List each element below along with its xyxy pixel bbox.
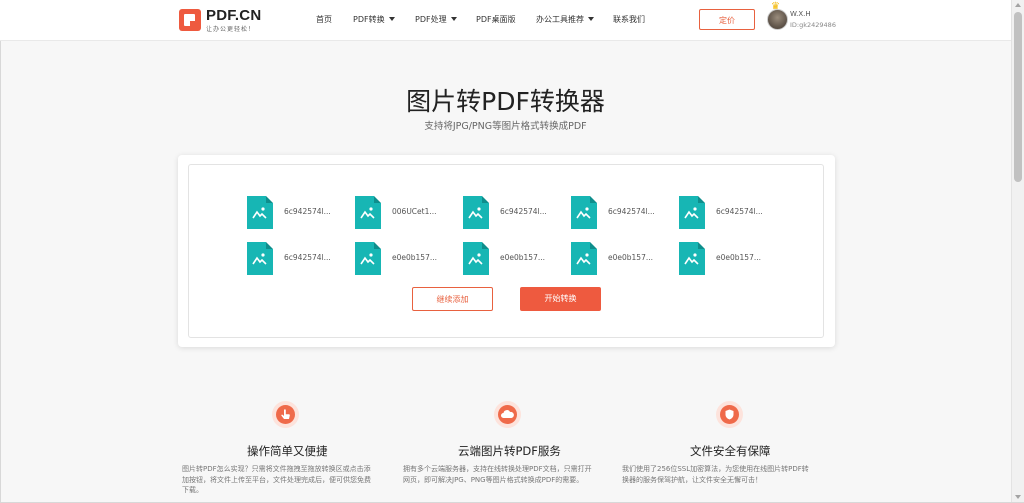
file-item[interactable]: 006UCet1... <box>355 196 455 230</box>
file-item[interactable]: e0e0b157... <box>571 242 671 276</box>
top-header: PDF.CN 让办公更轻松！ 首页 PDF转换 PDF处理 PDF桌面版 办公工… <box>0 0 1011 41</box>
file-name: e0e0b157... <box>716 253 761 262</box>
feature-description: 图片转PDF怎么实现？只需将文件拖拽至拖放转换区或点击添加按钮，将文件上传至平台… <box>182 465 371 494</box>
file-item[interactable]: 6c942574l... <box>247 242 347 276</box>
chevron-down-icon <box>588 17 594 21</box>
chevron-down-icon <box>388 17 395 21</box>
file-item[interactable]: 6c942574l... <box>679 196 779 230</box>
pricing-button[interactable]: 定价 <box>699 9 755 30</box>
file-name: e0e0b157... <box>392 253 437 262</box>
feature-title: 云端图片转PDF服务 <box>458 444 561 458</box>
nav-pdf-convert[interactable]: PDF转换 <box>353 14 395 25</box>
avatar[interactable] <box>767 9 788 30</box>
file-item[interactable]: e0e0b157... <box>355 242 455 276</box>
file-item[interactable]: 6c942574l... <box>463 196 563 230</box>
hand-pointer-icon <box>272 401 299 428</box>
add-more-button[interactable]: 继续添加 <box>412 287 493 311</box>
file-name: 6c942574l... <box>284 253 331 262</box>
site-logo[interactable]: PDF.CN 让办公更轻松！ <box>179 7 269 34</box>
file-name: 006UCet1... <box>392 207 437 216</box>
scroll-up-arrow-icon[interactable] <box>1015 3 1021 7</box>
nav-pdf-process[interactable]: PDF处理 <box>415 14 457 25</box>
file-name: 6c942574l... <box>284 207 331 216</box>
feature-description: 我们使用了256位SSL加密算法，为您使用在线图片转PDF转换器的服务保驾护航，… <box>622 465 809 484</box>
file-item[interactable]: e0e0b157... <box>679 242 779 276</box>
file-item[interactable]: 6c942574l... <box>571 196 671 230</box>
file-name: 6c942574l... <box>608 207 655 216</box>
nav-contact[interactable]: 联系我们 <box>613 14 645 25</box>
chevron-down-icon <box>450 17 457 21</box>
shield-icon <box>716 401 743 428</box>
nav-pdf-desktop[interactable]: PDF桌面版 <box>476 14 516 25</box>
logo-icon <box>179 9 201 31</box>
user-id: ID:gk2429486 <box>790 21 836 29</box>
image-file-icon <box>247 242 273 275</box>
image-file-icon <box>679 196 705 229</box>
cloud-icon <box>494 401 521 428</box>
file-item[interactable]: e0e0b157... <box>463 242 563 276</box>
image-file-icon <box>679 242 705 275</box>
file-name: 6c942574l... <box>716 207 763 216</box>
feature-description: 拥有多个云端服务器，支持在线转换处理PDF文档，只需打开网页，即可解决JPG、P… <box>403 465 592 484</box>
image-file-icon <box>463 242 489 275</box>
nav-office-tools[interactable]: 办公工具推荐 <box>536 14 594 25</box>
file-item[interactable]: 6c942574l... <box>247 196 347 230</box>
scroll-down-arrow-icon[interactable] <box>1015 495 1021 499</box>
feature-title: 操作简单又便捷 <box>247 444 328 458</box>
start-convert-button[interactable]: 开始转换 <box>520 287 601 311</box>
image-file-icon <box>355 242 381 275</box>
vertical-scrollbar[interactable] <box>1011 0 1024 502</box>
logo-slogan: 让办公更轻松！ <box>206 26 256 33</box>
image-file-icon <box>571 242 597 275</box>
user-name[interactable]: W.X.H <box>790 10 811 18</box>
nav-home[interactable]: 首页 <box>316 14 332 25</box>
image-file-icon <box>463 196 489 229</box>
image-file-icon <box>355 196 381 229</box>
page-subtitle: 支持将JPG/PNG等图片格式转换成PDF <box>424 121 587 132</box>
image-file-icon <box>247 196 273 229</box>
file-name: 6c942574l... <box>500 207 547 216</box>
file-name: e0e0b157... <box>500 253 545 262</box>
logo-text: PDF.CN <box>206 7 262 24</box>
scrollbar-thumb[interactable] <box>1014 12 1022 182</box>
page-title: 图片转PDF转换器 <box>406 87 605 116</box>
file-name: e0e0b157... <box>608 253 653 262</box>
image-file-icon <box>571 196 597 229</box>
feature-title: 文件安全有保障 <box>690 444 771 458</box>
